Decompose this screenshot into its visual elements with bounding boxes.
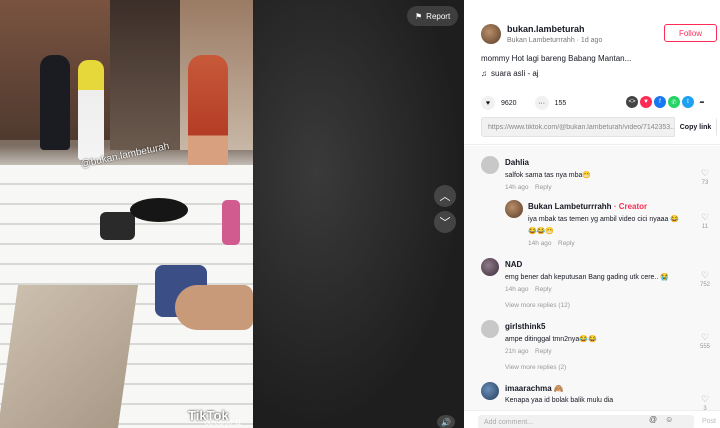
comment-text: ampe ditinggal tmn2nya😂😂	[505, 336, 597, 343]
comment-text: salfok sama tas nya mba😁	[505, 172, 592, 179]
scene-mask	[130, 198, 188, 222]
comment-like-count: 555	[699, 344, 710, 350]
scene-person	[188, 55, 228, 170]
like-count: 9620	[501, 99, 517, 107]
scene-person	[78, 60, 104, 160]
creator-badge: · Creator	[613, 202, 648, 211]
comment-list[interactable]: Dahlia salfok sama tas nya mba😁 14h ago …	[464, 146, 720, 410]
comment-like-count: 11	[701, 224, 709, 230]
video-area[interactable]: @bukan.lambeturah TikTok 00:08/00:11 ⚑ R…	[0, 0, 464, 428]
comment-username[interactable]: girlsthink5	[505, 322, 545, 331]
like-button[interactable]: ♥	[481, 96, 495, 110]
view-more-replies[interactable]: View more replies (2)	[505, 364, 566, 371]
reply-button[interactable]: Reply	[535, 348, 552, 355]
comment-time: 21h ago	[505, 348, 529, 355]
comment-username[interactable]: Dahlia	[505, 158, 529, 167]
scene-cup	[100, 212, 135, 240]
comment-time: 14h ago	[505, 184, 529, 191]
reply-button[interactable]: Reply	[535, 184, 552, 191]
share-buttons: <> ▼ f ✆ t ➦	[626, 96, 708, 108]
scene-door	[110, 0, 180, 150]
comment-text: Kenapa yaa id bolak balik mulu dia	[505, 397, 614, 404]
share-icon[interactable]: ➦	[696, 96, 708, 108]
comment-time: 14h ago	[528, 240, 552, 247]
comment-text: emg bener dah keputusan Bang gading utk …	[505, 274, 669, 281]
video-link[interactable]: https://www.tiktok.com/@bukan.lambeturah…	[482, 124, 674, 131]
app-window: @bukan.lambeturah TikTok 00:08/00:11 ⚑ R…	[0, 0, 720, 428]
copy-link-button[interactable]: Copy link	[674, 117, 716, 137]
view-more-replies[interactable]: View more replies (12)	[505, 302, 570, 309]
video-caption: mommy Hot lagi bareng Babang Mantan...	[481, 54, 632, 63]
music-icon: ♫	[481, 69, 487, 78]
comment-username[interactable]: NAD	[505, 260, 522, 269]
avatar[interactable]	[481, 382, 499, 400]
sound-link[interactable]: ♫ suara asli - aj	[481, 69, 539, 78]
avatar[interactable]	[481, 258, 499, 276]
stats-row: ♥ 9620 ··· 155	[481, 96, 566, 110]
send-icon[interactable]: ▼	[640, 96, 652, 108]
heart-icon[interactable]: ♡	[698, 394, 712, 405]
heart-icon: ♥	[485, 99, 491, 107]
reply-button[interactable]: Reply	[558, 240, 575, 247]
add-comment-bar: Add comment... @ ☺ Post	[464, 410, 720, 428]
heart-icon[interactable]: ♡	[698, 212, 712, 223]
comment-like-count: 73	[701, 180, 709, 186]
author-display: Bukan Lambeturrrahh · 1d ago	[507, 37, 603, 44]
comment-time: 14h ago	[505, 286, 529, 293]
sound-name: suara asli - aj	[491, 69, 539, 78]
link-box: https://www.tiktok.com/@bukan.lambeturah…	[481, 117, 717, 137]
volume-button[interactable]: 🔊	[437, 415, 455, 428]
comment-username[interactable]: imaarachma 🙈	[505, 384, 564, 393]
mention-icon[interactable]: @	[649, 415, 657, 424]
comment-count: 155	[554, 99, 567, 107]
avatar[interactable]	[481, 320, 499, 338]
scene-bag	[0, 285, 139, 428]
embed-icon[interactable]: <>	[626, 96, 638, 108]
twitter-icon[interactable]: t	[682, 96, 694, 108]
chevron-up-icon: ︿	[439, 191, 451, 203]
flag-icon: ⚑	[415, 11, 423, 21]
video-info: bukan.lambeturah Bukan Lambeturrrahh · 1…	[464, 0, 720, 145]
emoji-icon[interactable]: ☺	[665, 415, 673, 424]
heart-icon[interactable]: ♡	[698, 168, 712, 179]
blurred-backdrop	[253, 0, 464, 428]
comment-like-count: 752	[699, 282, 710, 288]
heart-icon[interactable]: ♡	[698, 332, 712, 343]
author-username[interactable]: bukan.lambeturah	[507, 24, 585, 34]
previous-video-button[interactable]: ︿	[434, 185, 456, 207]
follow-button[interactable]: Follow	[664, 24, 717, 42]
comment-icon: ···	[538, 99, 546, 107]
report-button[interactable]: ⚑ Report	[407, 6, 459, 26]
comment-button[interactable]: ···	[534, 96, 549, 110]
avatar[interactable]	[505, 200, 523, 218]
comment-text: iya mbak tas temen yg ambil video cici n…	[528, 216, 680, 223]
detail-panel: bukan.lambeturah Bukan Lambeturrrahh · 1…	[464, 0, 720, 428]
scene-bottle	[222, 200, 240, 245]
heart-icon[interactable]: ♡	[698, 270, 712, 281]
reply-button[interactable]: Reply	[535, 286, 552, 293]
comment-username[interactable]: Bukan Lambeturrrahh · Creator	[528, 202, 647, 211]
video-timestamp: 00:08/00:11	[205, 420, 242, 427]
whatsapp-icon[interactable]: ✆	[668, 96, 680, 108]
scene-hand	[175, 285, 253, 330]
comment-emoji: 😂😂😁	[528, 228, 555, 235]
chevron-down-icon: ﹀	[439, 217, 451, 229]
scene-person	[40, 55, 70, 150]
next-video-button[interactable]: ﹀	[434, 211, 456, 233]
avatar[interactable]	[481, 156, 499, 174]
comment-input-icons: @ ☺	[649, 415, 673, 424]
video-player[interactable]: @bukan.lambeturah TikTok 00:08/00:11	[0, 0, 253, 428]
facebook-icon[interactable]: f	[654, 96, 666, 108]
post-button[interactable]: Post	[702, 418, 716, 425]
report-label: Report	[426, 11, 451, 21]
avatar[interactable]	[481, 24, 501, 44]
volume-icon: 🔊	[441, 417, 451, 427]
